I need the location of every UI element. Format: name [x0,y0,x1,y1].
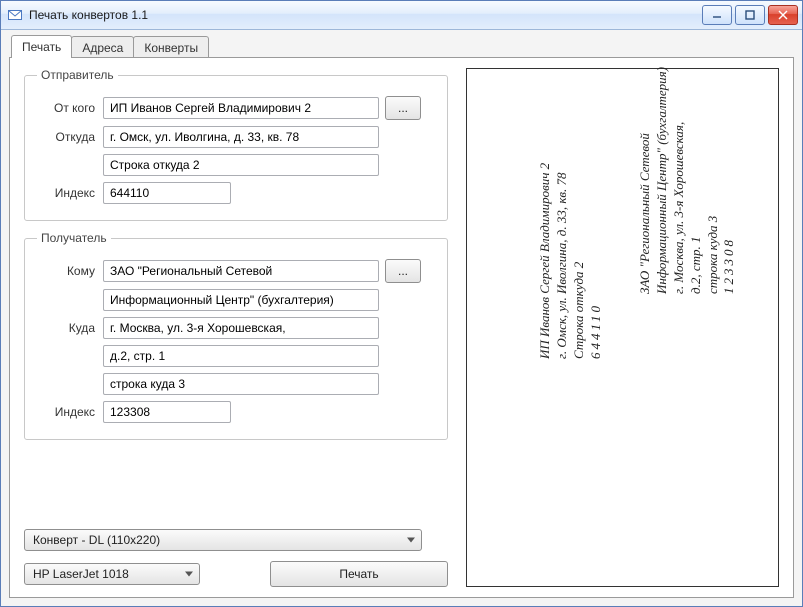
recipient-where2-input[interactable] [103,345,379,367]
sender-where1-input[interactable] [103,126,379,148]
to1-input[interactable] [103,260,379,282]
sender-where-label: Откуда [37,130,95,144]
app-window: Печать конвертов 1.1 Печать Адреса Конве… [0,0,803,607]
maximize-button[interactable] [735,5,765,25]
preview-sender-index: 644110 [588,163,605,359]
preview-sender-line2: г. Омск, ул. Иволгина, д. 33, кв. 78 [554,163,571,359]
printer-select-value: HP LaserJet 1018 [33,567,129,581]
preview-sender-line3: Строка откуда 2 [571,163,588,359]
recipient-where1-input[interactable] [103,317,379,339]
preview-sender-line1: ИП Иванов Сергей Владимирович 2 [537,163,554,359]
recipient-group: Получатель Кому ... Куда [24,231,448,440]
chevron-down-icon [407,538,415,543]
envelope-select[interactable]: Конверт - DL (110x220) [24,529,422,551]
preview-recip-line1: ЗАО "Региональный Сетевой [637,67,654,294]
preview-sender-block: ИП Иванов Сергей Владимирович 2 г. Омск,… [537,163,605,359]
tabstrip: Печать Адреса Конверты [11,36,794,58]
sender-legend: Отправитель [37,68,118,82]
preview-recip-index: 123308 [721,67,738,294]
from-label: От кого [37,101,95,115]
to-browse-button[interactable]: ... [385,259,421,283]
recipient-legend: Получатель [37,231,111,245]
to2-input[interactable] [103,289,379,311]
envelope-select-value: Конверт - DL (110x220) [33,533,160,547]
recipient-where-label: Куда [37,321,95,335]
from-input[interactable] [103,97,379,119]
left-column: Отправитель От кого ... Откуда [24,68,448,587]
close-button[interactable] [768,5,798,25]
sender-where2-input[interactable] [103,154,379,176]
recipient-where3-input[interactable] [103,373,379,395]
sender-index-label: Индекс [37,186,95,200]
recipient-index-input[interactable] [103,401,231,423]
tab-envelopes[interactable]: Конверты [133,36,209,58]
preview-recip-line4: д.2, стр. 1 [688,67,705,294]
tab-addresses[interactable]: Адреса [71,36,134,58]
from-browse-button[interactable]: ... [385,96,421,120]
to-label: Кому [37,264,95,278]
preview-recipient-block: ЗАО "Региональный Сетевой Информационный… [637,67,738,294]
preview-recip-line5: строка куда 3 [705,67,722,294]
tab-panel-print: Отправитель От кого ... Откуда [9,57,794,598]
client-area: Печать Адреса Конверты Отправитель От ко… [1,30,802,606]
chevron-down-icon [185,572,193,577]
printer-select[interactable]: HP LaserJet 1018 [24,563,200,585]
preview-recip-line3: г. Москва, ул. 3-я Хорошевская, [671,67,688,294]
preview-recip-line2: Информационный Центр" (бухгалтерия) [654,67,671,294]
recipient-index-label: Индекс [37,405,95,419]
titlebar: Печать конвертов 1.1 [1,1,802,30]
envelope-preview: ИП Иванов Сергей Владимирович 2 г. Омск,… [466,68,779,587]
minimize-button[interactable] [702,5,732,25]
sender-index-input[interactable] [103,182,231,204]
tab-print[interactable]: Печать [11,35,72,58]
envelope-icon [7,7,23,23]
window-title: Печать конвертов 1.1 [29,8,702,22]
print-button[interactable]: Печать [270,561,448,587]
sender-group: Отправитель От кого ... Откуда [24,68,448,221]
